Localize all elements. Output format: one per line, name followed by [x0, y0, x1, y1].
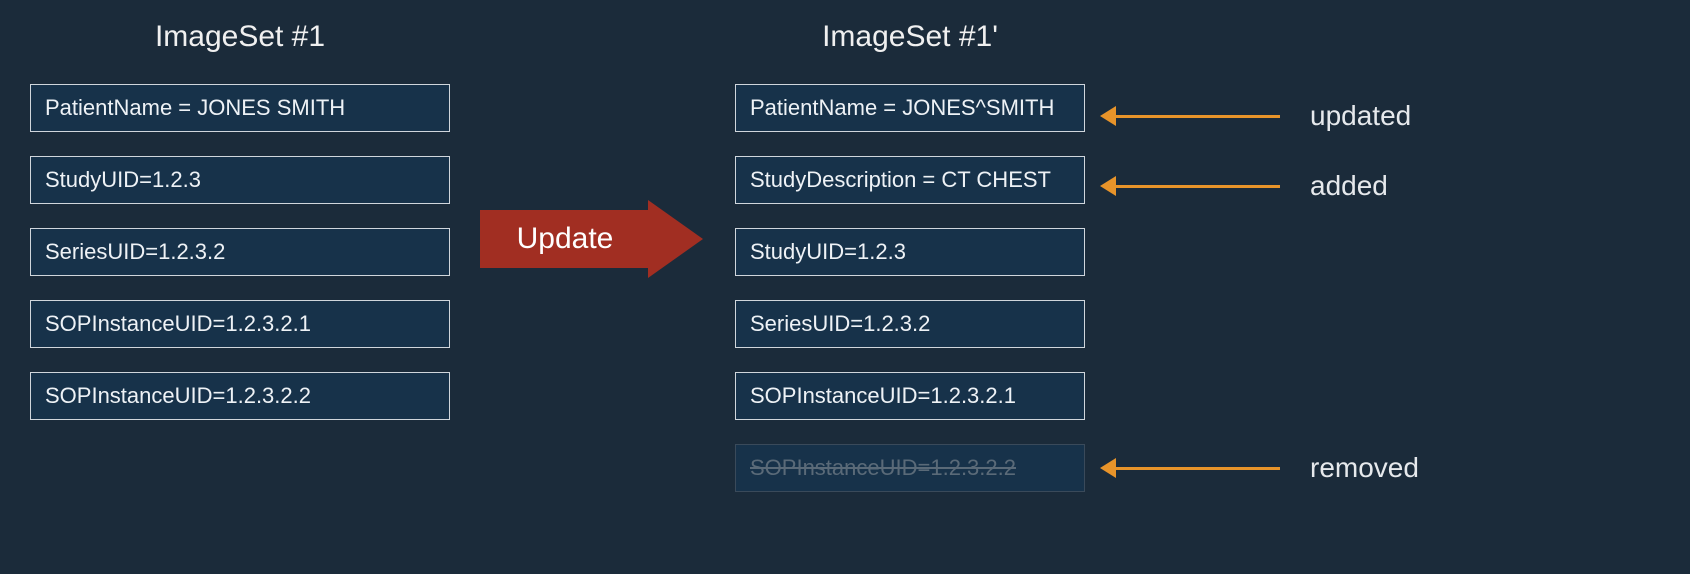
attribute-box: SOPInstanceUID=1.2.3.2.2	[30, 372, 450, 420]
imageset-before-title: ImageSet #1	[30, 20, 450, 54]
attribute-box: SOPInstanceUID=1.2.3.2.1	[30, 300, 450, 348]
attribute-box: SeriesUID=1.2.3.2	[735, 300, 1085, 348]
attribute-box: SOPInstanceUID=1.2.3.2.1	[735, 372, 1085, 420]
annotation-added-row: added	[1100, 170, 1388, 202]
attribute-box: PatientName = JONES^SMITH	[735, 84, 1085, 132]
attribute-text: StudyUID=1.2.3	[45, 167, 201, 192]
arrow-right-icon	[648, 200, 703, 278]
arrow-left-icon	[1100, 176, 1280, 196]
attribute-box-removed: SOPInstanceUID=1.2.3.2.2	[735, 444, 1085, 492]
attribute-text: StudyDescription = CT CHEST	[750, 167, 1051, 192]
update-arrow: Update	[480, 200, 710, 278]
attribute-box: StudyDescription = CT CHEST	[735, 156, 1085, 204]
arrow-left-icon	[1100, 106, 1280, 126]
attribute-box: PatientName = JONES SMITH	[30, 84, 450, 132]
attribute-text: PatientName = JONES^SMITH	[750, 95, 1054, 120]
attribute-text: SeriesUID=1.2.3.2	[45, 239, 225, 264]
attribute-text: StudyUID=1.2.3	[750, 239, 906, 264]
annotation-added-label: added	[1310, 170, 1388, 202]
annotation-removed-row: removed	[1100, 452, 1419, 484]
attribute-box: StudyUID=1.2.3	[30, 156, 450, 204]
attribute-box: SeriesUID=1.2.3.2	[30, 228, 450, 276]
annotation-updated-row: updated	[1100, 100, 1411, 132]
attribute-text: SOPInstanceUID=1.2.3.2.1	[45, 311, 311, 336]
arrow-left-icon	[1100, 458, 1280, 478]
imageset-after-title: ImageSet #1'	[735, 20, 1085, 54]
imageset-after: ImageSet #1' PatientName = JONES^SMITH S…	[735, 20, 1085, 516]
attribute-text: SOPInstanceUID=1.2.3.2.1	[750, 383, 1016, 408]
attribute-text: SeriesUID=1.2.3.2	[750, 311, 930, 336]
annotation-removed-label: removed	[1310, 452, 1419, 484]
update-arrow-label: Update	[480, 210, 650, 268]
attribute-text: SOPInstanceUID=1.2.3.2.2	[45, 383, 311, 408]
imageset-before: ImageSet #1 PatientName = JONES SMITH St…	[30, 20, 450, 444]
annotation-updated-label: updated	[1310, 100, 1411, 132]
attribute-box: StudyUID=1.2.3	[735, 228, 1085, 276]
attribute-text: SOPInstanceUID=1.2.3.2.2	[750, 455, 1016, 480]
attribute-text: PatientName = JONES SMITH	[45, 95, 345, 120]
